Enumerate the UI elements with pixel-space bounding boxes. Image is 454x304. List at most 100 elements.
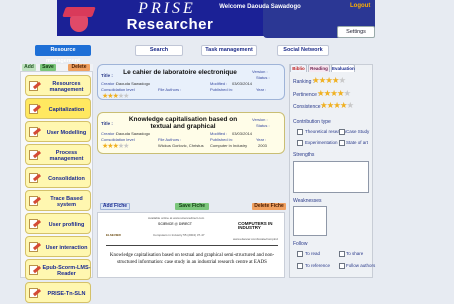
add-fiche-button[interactable]: Add Fiche bbox=[100, 203, 130, 210]
to-share-label: To share bbox=[346, 251, 364, 256]
star-icon[interactable]: ★ bbox=[317, 88, 325, 98]
sidebar-item-trace-based-system[interactable]: Trace Based system bbox=[25, 190, 91, 211]
sidebar-item-label: Process management bbox=[49, 149, 84, 162]
to-read-label: To read bbox=[305, 251, 321, 256]
consistence-rating[interactable]: ★★★★★ bbox=[320, 100, 355, 111]
nav-social-network[interactable]: Social Network bbox=[277, 45, 329, 56]
sidebar-item-label: User profiling bbox=[48, 221, 85, 228]
file-authors-value: Wickus Gorlovic, Christus bbox=[158, 143, 204, 148]
to-read-checkbox[interactable] bbox=[297, 251, 303, 257]
sidebar-item-user-profiling[interactable]: User profiling bbox=[25, 213, 91, 234]
follow-authors-checkbox[interactable] bbox=[339, 263, 345, 269]
star-icon[interactable]: ★ bbox=[330, 88, 338, 98]
journal-url: www.elsevier.com/locate/compind bbox=[233, 237, 278, 241]
pertinence-rating[interactable]: ★★★★★ bbox=[317, 88, 352, 99]
strengths-label: Strengths bbox=[293, 152, 315, 158]
star-icon[interactable]: ★ bbox=[337, 88, 345, 98]
published-value: Computer in Industry bbox=[210, 143, 248, 148]
ranking-rating[interactable]: ★★★★★ bbox=[312, 75, 347, 86]
creator-value: Daouda Sawadogo bbox=[116, 131, 151, 136]
star-icon[interactable]: ★ bbox=[325, 75, 333, 85]
welcome-text: Welcome Daouda Sawadogo bbox=[219, 4, 301, 10]
to-share-checkbox[interactable] bbox=[339, 251, 345, 257]
logout-link[interactable]: Logout bbox=[350, 3, 370, 9]
save-fiche-button[interactable]: Save Fiche bbox=[175, 203, 209, 210]
file-authors-label: File Authors : bbox=[158, 87, 182, 92]
modified-value: 03/03/2014 bbox=[232, 81, 253, 86]
consistence-label: Consistence : bbox=[293, 104, 324, 110]
star-icon[interactable]: ★ bbox=[320, 100, 328, 110]
modified-label: Modified : bbox=[210, 131, 228, 136]
nav-resource-management[interactable]: Resource management bbox=[35, 45, 91, 64]
fiche-card[interactable]: Title : Le cahier de laboratoire electro… bbox=[97, 64, 285, 100]
paper-title: Knowledge capitalisation based on textua… bbox=[109, 253, 275, 265]
tab-reading[interactable]: Reading bbox=[308, 64, 330, 72]
settings-button[interactable]: Settings bbox=[337, 26, 375, 38]
sidebar: Resources management Capitalization User… bbox=[20, 71, 93, 303]
edit-document-icon bbox=[29, 173, 42, 184]
fiche-title: Knowledge capitalisation based on textua… bbox=[128, 116, 238, 130]
title-label: Title : bbox=[101, 121, 113, 126]
modified-value: 03/03/2014 bbox=[232, 131, 253, 136]
tab-evaluation[interactable]: Evaluation bbox=[331, 64, 355, 72]
available-online-text: Available online at www.sciencedirect.co… bbox=[148, 216, 205, 220]
case-study-checkbox[interactable] bbox=[339, 129, 345, 135]
state-of-art-checkbox[interactable] bbox=[339, 140, 345, 146]
sidebar-add-button[interactable]: Add bbox=[22, 64, 36, 71]
sidebar-item-user-interaction[interactable]: User interaction bbox=[25, 236, 91, 257]
star-icon[interactable]: ★ bbox=[333, 100, 341, 110]
star-empty-icon[interactable]: ★ bbox=[339, 75, 347, 85]
fiche-card-selected[interactable]: Title : Knowledge capitalisation based o… bbox=[97, 112, 285, 154]
sciencedirect-logo-text: SCIENCE @ DIRECT bbox=[158, 222, 192, 226]
star-icon[interactable]: ★ bbox=[332, 75, 340, 85]
year-value: 2003 bbox=[258, 143, 267, 148]
elsevier-logo-text: ELSEVIER bbox=[106, 233, 121, 237]
sidebar-item-epub-scorm-lms-reader[interactable]: Epub-Scorm-LMS-Reader bbox=[25, 259, 91, 280]
modified-label: Modified : bbox=[210, 81, 228, 86]
sidebar-item-consolidation[interactable]: Consolidation bbox=[25, 167, 91, 188]
edit-document-icon bbox=[29, 288, 42, 299]
delete-fiche-button[interactable]: Delete Fiche bbox=[252, 203, 286, 210]
star-icon[interactable]: ★ bbox=[340, 100, 348, 110]
sidebar-item-label: User Modelling bbox=[46, 129, 87, 136]
edit-document-icon bbox=[29, 81, 42, 92]
year-label: Year : bbox=[256, 137, 267, 142]
sidebar-item-process-management[interactable]: Process management bbox=[25, 144, 91, 165]
star-empty-icon[interactable]: ★ bbox=[347, 100, 355, 110]
strengths-textarea[interactable] bbox=[293, 161, 369, 193]
follow-authors-label: Follow authors bbox=[346, 263, 376, 268]
divider bbox=[106, 245, 278, 246]
published-label: Published in: bbox=[210, 137, 233, 142]
title-label: Title : bbox=[101, 73, 113, 78]
creator-label: Creator : bbox=[101, 131, 117, 136]
published-label: Published in: bbox=[210, 87, 233, 92]
year-label: Year : bbox=[256, 87, 267, 92]
sidebar-item-capitalization[interactable]: Capitalization bbox=[25, 98, 91, 119]
experimentation-checkbox[interactable] bbox=[297, 140, 303, 146]
nav-task-management[interactable]: Task management bbox=[201, 45, 257, 56]
star-empty-icon[interactable]: ★ bbox=[344, 88, 352, 98]
status-label: Status : bbox=[256, 123, 270, 128]
nav-search[interactable]: Search bbox=[135, 45, 183, 56]
sidebar-delete-button[interactable]: Delete bbox=[68, 64, 90, 71]
star-empty-icon: ★ bbox=[123, 143, 129, 150]
sidebar-item-prise-tn-sln[interactable]: PRISE-Tn-SLN bbox=[25, 282, 91, 303]
status-label: Status : bbox=[256, 75, 270, 80]
app-title-bottom: Researcher bbox=[126, 16, 214, 33]
experimentation-label: Experimentation bbox=[305, 140, 338, 145]
version-label: Version : bbox=[252, 69, 268, 74]
document-preview[interactable]: Available online at www.sciencedirect.co… bbox=[97, 212, 285, 278]
weaknesses-textarea[interactable] bbox=[293, 206, 327, 236]
edit-document-icon bbox=[29, 242, 42, 253]
tab-biblio[interactable]: Biblio bbox=[290, 64, 307, 72]
consolidation-rating: ★★★★★ bbox=[102, 92, 129, 100]
to-reference-checkbox[interactable] bbox=[297, 263, 303, 269]
consolidation-rating: ★★★★★ bbox=[102, 142, 129, 150]
star-icon[interactable]: ★ bbox=[312, 75, 320, 85]
sidebar-item-resources-management[interactable]: Resources management bbox=[25, 75, 91, 96]
theoretical-research-checkbox[interactable] bbox=[297, 129, 303, 135]
sidebar-save-button[interactable]: Save bbox=[40, 64, 56, 71]
journal-info: Computers in Industry 55 (2004) 37-47 bbox=[153, 233, 205, 237]
edit-document-icon bbox=[29, 265, 42, 276]
sidebar-item-user-modelling[interactable]: User Modelling bbox=[25, 121, 91, 142]
